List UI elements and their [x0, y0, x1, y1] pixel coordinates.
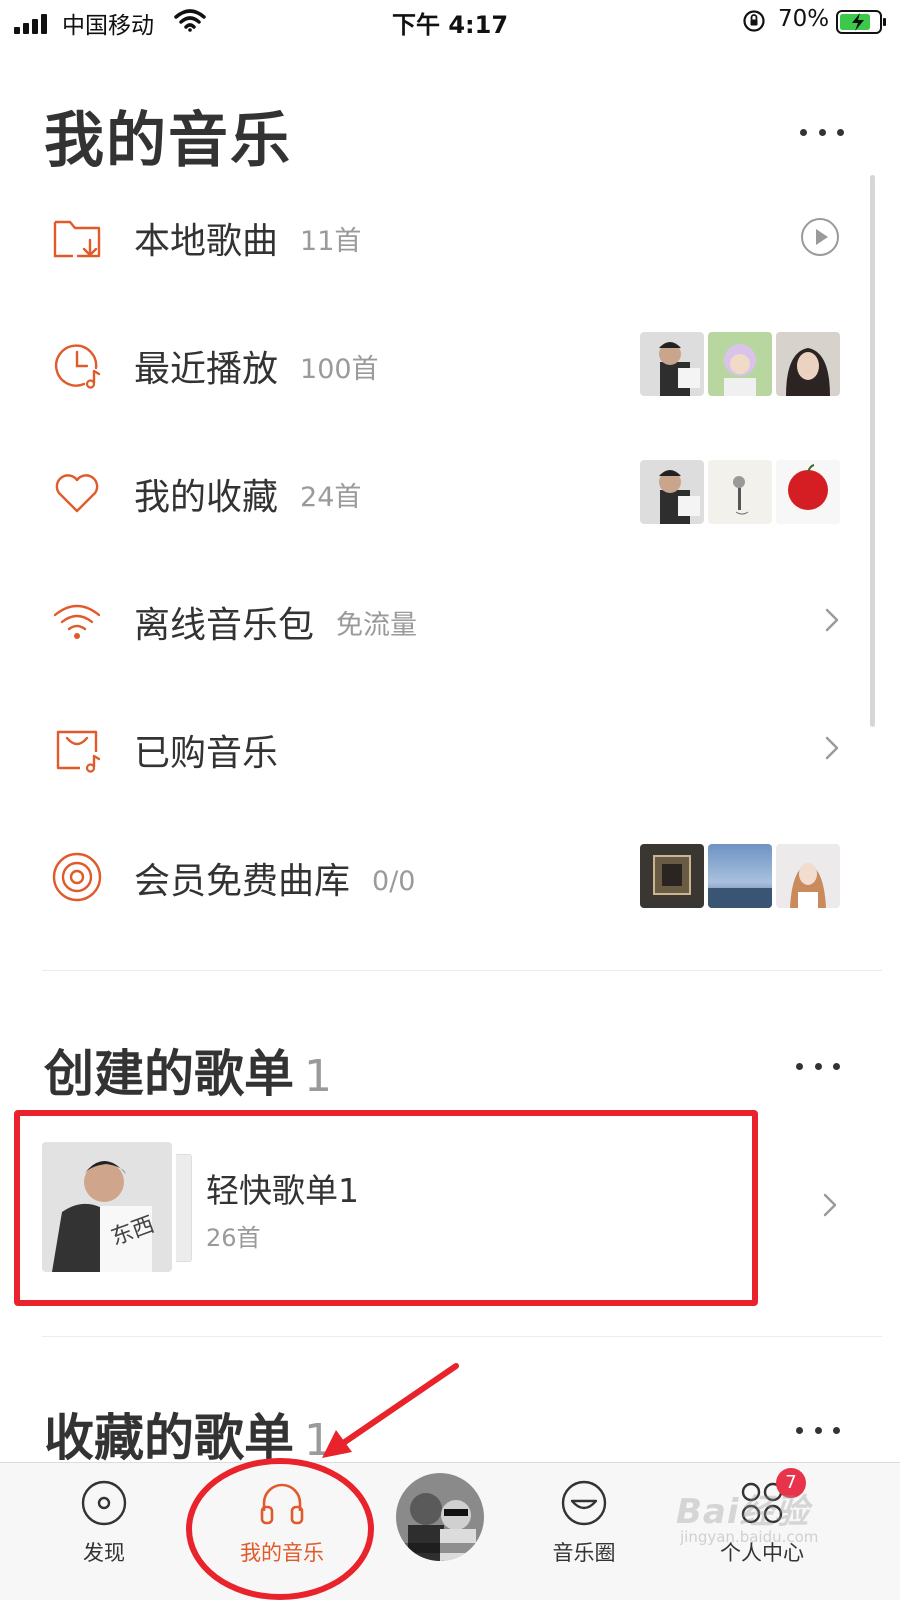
menu-count: 24首: [300, 482, 362, 513]
playlist-name: 轻快歌单1: [206, 1171, 359, 1210]
album-thumbnail: [708, 332, 772, 396]
disc-icon: [81, 1480, 127, 1526]
menu-item-purchased[interactable]: 已购音乐: [0, 684, 880, 812]
tab-music-circle[interactable]: 音乐圈: [504, 1463, 664, 1600]
battery-percent: 70%: [778, 6, 830, 32]
favorites-thumbnails: [640, 460, 842, 524]
menu-label: 离线音乐包: [134, 605, 315, 646]
album-thumbnail: [640, 332, 704, 396]
menu-label: 我的收藏: [134, 477, 279, 518]
watermark: Bai经验: [676, 1492, 810, 1532]
menu-item-local-songs[interactable]: 本地歌曲 11首: [0, 172, 880, 300]
playlist-cover-image: 东西: [42, 1142, 172, 1272]
album-thumbnail: [708, 460, 772, 524]
tab-label: 发现: [83, 1541, 125, 1565]
rotation-lock-icon: [743, 10, 765, 32]
bag-music-icon: [56, 730, 101, 773]
album-thumbnail: [640, 460, 704, 524]
smile-icon: [561, 1480, 607, 1526]
menu-count: 11首: [300, 226, 362, 257]
menu-label: 最近播放: [134, 349, 279, 390]
menu-item-favorites[interactable]: 我的收藏 24首: [0, 428, 880, 556]
section-title-created: 创建的歌单 1: [44, 1034, 332, 1106]
chevron-right-icon: [825, 736, 839, 760]
playlist-item[interactable]: 东西 轻快歌单1 26首: [20, 1120, 880, 1292]
album-thumbnail: [776, 844, 840, 908]
disc-icon: [52, 852, 102, 902]
chevron-right-icon: [825, 608, 839, 632]
playlist-count: 26首: [206, 1224, 261, 1252]
wifi-icon: [53, 604, 101, 639]
menu-item-offline-pack[interactable]: 离线音乐包 免流量: [0, 556, 880, 684]
menu-label: 会员免费曲库: [134, 861, 351, 902]
menu-label: 已购音乐: [134, 733, 279, 774]
section-title-text: 创建的歌单: [44, 1045, 294, 1103]
section-title-text: 收藏的歌单: [44, 1409, 294, 1467]
status-bar: 中国移动 下午 4:17 70%: [0, 0, 900, 44]
watermark-url: jingyan.baidu.com: [680, 1528, 819, 1546]
menu-count: 100首: [300, 354, 379, 385]
created-playlists-more-button[interactable]: [794, 1046, 842, 1086]
tab-label: 音乐圈: [552, 1541, 616, 1565]
member-library-thumbnails: [640, 844, 842, 908]
menu-count: 免流量: [336, 610, 418, 641]
album-thumbnail: [708, 844, 772, 908]
heart-icon: [55, 474, 99, 513]
headphones-icon: [260, 1483, 304, 1525]
more-options-button[interactable]: [798, 112, 846, 152]
now-playing-avatar[interactable]: [396, 1473, 484, 1561]
tab-discover[interactable]: 发现: [24, 1463, 184, 1600]
menu-item-recent[interactable]: 最近播放 100首: [0, 300, 880, 428]
play-circle-icon[interactable]: [800, 217, 840, 257]
section-title-collected: 收藏的歌单 1: [44, 1398, 332, 1470]
chevron-right-icon: [823, 1193, 837, 1217]
clock-music-icon: [54, 344, 101, 389]
album-thumbnail: [776, 460, 840, 524]
divider: [42, 970, 882, 971]
section-count: 1: [304, 1051, 332, 1102]
folder-download-icon: [53, 220, 101, 258]
page-title: 我的音乐: [44, 106, 292, 176]
playlist-cover: 东西: [42, 1142, 192, 1272]
section-count: 1: [304, 1415, 332, 1466]
album-thumbnail: [776, 332, 840, 396]
menu-item-member-library[interactable]: 会员免费曲库 0/0: [0, 812, 880, 940]
album-thumbnail: [640, 844, 704, 908]
tab-label: 我的音乐: [240, 1541, 324, 1565]
battery-icon: [836, 10, 886, 34]
cover-stack: [176, 1154, 192, 1262]
collected-playlists-more-button[interactable]: [794, 1410, 842, 1450]
recent-thumbnails: [640, 332, 842, 396]
tab-my-music[interactable]: 我的音乐: [202, 1463, 362, 1600]
menu-count: 0/0: [372, 866, 416, 897]
menu-label: 本地歌曲: [134, 221, 279, 262]
divider: [42, 1336, 882, 1337]
